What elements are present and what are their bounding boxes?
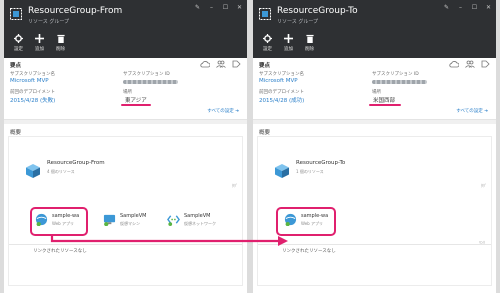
delete-label: 削除 (305, 47, 314, 52)
delete-label: 削除 (56, 47, 65, 52)
resource-count: 4 個のリソース (47, 169, 75, 174)
last-deployment-link[interactable]: 2015/4/28 (失敗) (10, 96, 55, 104)
location-label: 場所 (123, 90, 132, 95)
essentials-title: 要点 (10, 63, 22, 69)
resource-group-icon (10, 8, 22, 20)
plus-icon (284, 33, 293, 43)
gear-icon (263, 33, 272, 43)
maximize-icon[interactable]: ☐ (471, 4, 478, 12)
subscription-id-redacted (123, 80, 178, 84)
subscription-name-link[interactable]: Microsoft MVP (259, 78, 298, 84)
minimize-icon[interactable]: – (457, 4, 464, 12)
cloud-icon[interactable] (449, 60, 459, 68)
resource-group-icon (26, 164, 40, 178)
settings-label: 設定 (263, 47, 272, 52)
delete-button[interactable]: 削除 (50, 33, 71, 52)
pencil-icon[interactable]: ✎ (194, 4, 201, 12)
blade-subtitle: リソース グループ (28, 19, 70, 25)
command-bar: 設定 追加 削除 (8, 33, 71, 52)
overview-title: 概要 (259, 130, 271, 136)
last-deployment-link[interactable]: 2015/4/28 (成功) (259, 96, 304, 104)
location-value: 東アジア (125, 98, 147, 104)
overview-diagram: ResourceGroup-From 4 個のリソース ﾀｸﾞ sample-w… (8, 136, 243, 286)
minimize-icon[interactable]: – (208, 4, 215, 12)
location-value: 米国西部 (373, 98, 396, 104)
linked-resources-empty: リンクされたリソースなし (282, 249, 336, 254)
blade-resource-group-from: ResourceGroup-From リソース グループ ✎ – ☐ ✕ 設定 … (4, 0, 247, 293)
delete-button[interactable]: 削除 (299, 33, 320, 52)
subscription-name-label: サブスクリプション名 (10, 72, 55, 77)
essentials-panel: 要点 サブスクリプション名 Microsoft MVP 前回のデプロイメント 2… (253, 58, 496, 120)
add-button[interactable]: 追加 (278, 33, 299, 52)
blade-header: ResourceGroup-From リソース グループ ✎ – ☐ ✕ 設定 … (4, 0, 247, 58)
users-icon[interactable] (465, 60, 475, 68)
subscription-name-label: サブスクリプション名 (259, 72, 304, 77)
essentials-title: 要点 (259, 63, 271, 69)
resource-group-node[interactable]: ResourceGroup-To 1 個のリソース (270, 157, 355, 181)
section-divider (4, 120, 247, 124)
tag-icon[interactable] (232, 60, 241, 68)
resource-virtual-machine[interactable]: SampleVM 仮想マシン (101, 210, 153, 230)
location-highlight (121, 104, 151, 106)
resource-virtual-network[interactable]: SampleVM 仮想ネットワーク (165, 210, 217, 230)
command-bar: 設定 追加 削除 (257, 33, 320, 52)
all-settings-link[interactable]: すべての設定 ➔ (456, 108, 488, 114)
settings-label: 設定 (14, 47, 23, 52)
settings-button[interactable]: 設定 (257, 33, 278, 52)
subscription-id-redacted (372, 80, 427, 84)
add-label: 追加 (284, 47, 293, 52)
tags-label: ﾀｸﾞ (232, 183, 238, 188)
settings-button[interactable]: 設定 (8, 33, 29, 52)
resource-group-node[interactable]: ResourceGroup-From 4 個のリソース (21, 157, 106, 181)
last-deployment-label: 前回のデプロイメント (10, 90, 55, 95)
section-divider (9, 244, 242, 245)
plus-icon (35, 33, 44, 43)
add-button[interactable]: 追加 (29, 33, 50, 52)
linked-resources-empty: リンクされたリソースなし (33, 249, 87, 254)
cloud-icon[interactable] (200, 60, 210, 68)
location-highlight (369, 104, 401, 106)
close-icon[interactable]: ✕ (236, 4, 243, 12)
virtual-machine-icon (103, 214, 116, 226)
blade-title: ResourceGroup-From (28, 6, 123, 16)
pencil-icon[interactable]: ✎ (443, 4, 450, 12)
overview-diagram: ResourceGroup-To 1 個のリソース ﾀｸﾞ sample-wa … (257, 136, 492, 286)
resource-type: 仮想マシン (120, 221, 140, 226)
close-icon[interactable]: ✕ (485, 4, 492, 12)
blade-subtitle: リソース グループ (277, 19, 319, 25)
section-divider (253, 120, 496, 124)
blade-title: ResourceGroup-To (277, 6, 358, 16)
trash-icon (56, 33, 65, 43)
resource-name: SampleVM (120, 213, 147, 219)
virtual-network-icon (167, 215, 180, 226)
users-icon[interactable] (216, 60, 226, 68)
section-divider (258, 244, 491, 245)
gear-icon (14, 33, 23, 43)
blade-header: ResourceGroup-To リソース グループ ✎ – ☐ ✕ 設定 追加 (253, 0, 496, 58)
resource-group-icon (275, 164, 289, 178)
maximize-icon[interactable]: ☐ (222, 4, 229, 12)
trash-icon (305, 33, 314, 43)
subscription-id-label: サブスクリプション ID (123, 72, 170, 77)
link-label: ﾘﾝｸ (479, 240, 485, 245)
web-app-highlight (30, 207, 88, 236)
subscription-id-label: サブスクリプション ID (372, 72, 419, 77)
web-app-highlight (276, 207, 336, 236)
all-settings-link[interactable]: すべての設定 ➔ (207, 108, 239, 114)
essentials-panel: 要点 サブスクリプション名 Microsoft MVP 前回のデプロイメント 2… (4, 58, 247, 120)
resource-group-name: ResourceGroup-From (47, 160, 105, 166)
resource-group-name: ResourceGroup-To (296, 160, 346, 166)
blade-resource-group-to: ResourceGroup-To リソース グループ ✎ – ☐ ✕ 設定 追加 (253, 0, 496, 293)
resource-name: SampleVM (184, 213, 211, 219)
location-label: 場所 (372, 90, 381, 95)
add-label: 追加 (35, 47, 44, 52)
overview-title: 概要 (10, 130, 22, 136)
resource-group-icon (259, 8, 271, 20)
subscription-name-link[interactable]: Microsoft MVP (10, 78, 49, 84)
resource-count: 1 個のリソース (296, 169, 324, 174)
tags-label: ﾀｸﾞ (481, 183, 487, 188)
resource-type: 仮想ネットワーク (184, 221, 216, 226)
tag-icon[interactable] (481, 60, 490, 68)
last-deployment-label: 前回のデプロイメント (259, 90, 304, 95)
